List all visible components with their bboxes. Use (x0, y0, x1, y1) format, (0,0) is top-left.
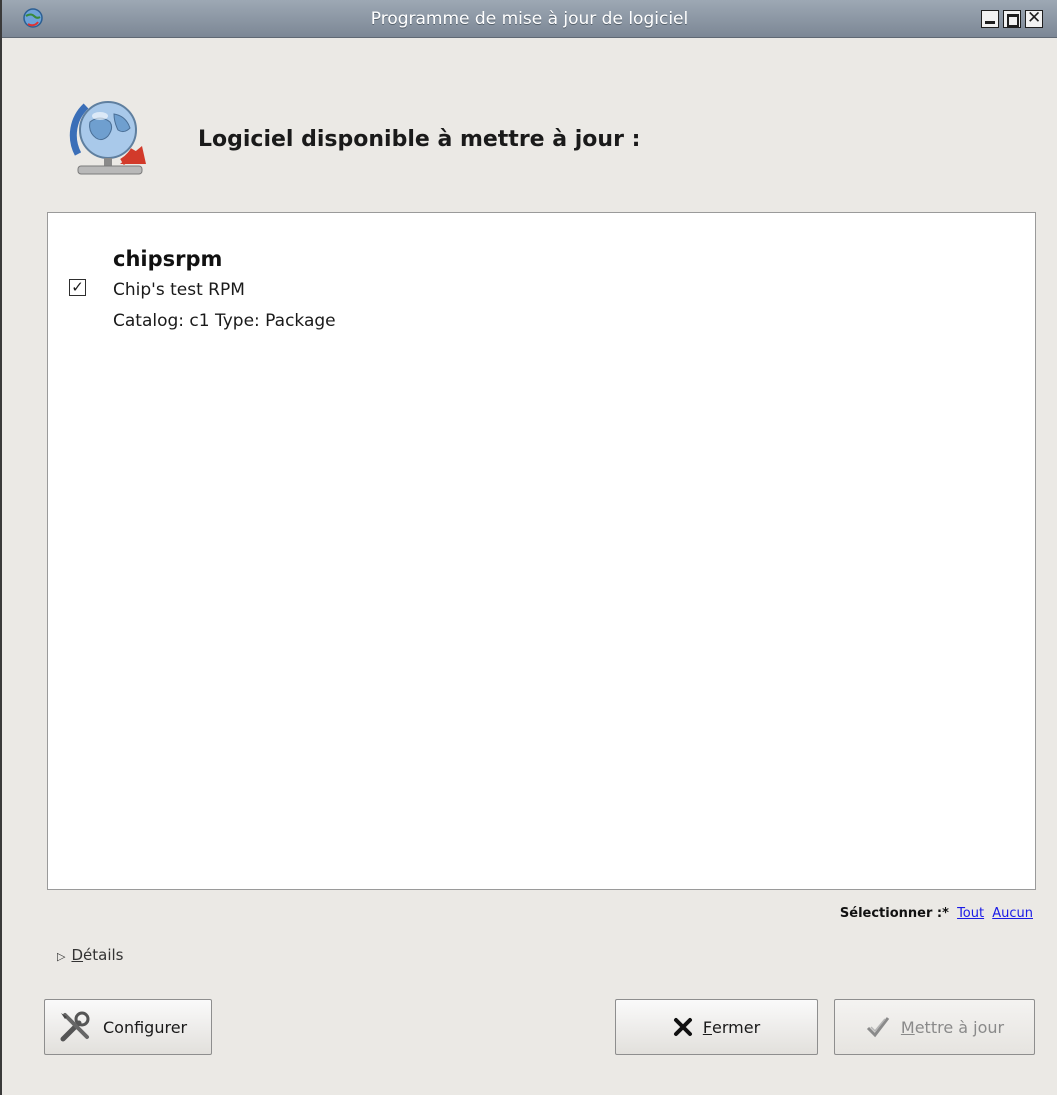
update-list[interactable]: ✓ chipsrpm Chip's test RPM Catalog: c1 T… (47, 212, 1036, 890)
close-button[interactable]: Fermer (615, 999, 818, 1055)
update-globe-icon (69, 101, 146, 175)
select-label: Sélectionner :* (839, 906, 949, 921)
details-label-mnemonic: D (71, 946, 84, 964)
select-all-link[interactable]: Tout (957, 906, 984, 921)
window-title: Programme de mise à jour de logiciel (370, 9, 689, 29)
select-none-link[interactable]: Aucun (992, 906, 1033, 921)
package-meta: Catalog: c1 Type: Package (113, 311, 336, 331)
expander-arrow-icon: ▷ (57, 950, 66, 963)
configure-label: Configurer (103, 1017, 188, 1037)
details-label: étails (83, 946, 124, 964)
maximize-button[interactable] (1003, 10, 1021, 28)
update-dialog: Programme de mise à jour de logiciel ✕ L… (0, 0, 1057, 1095)
close-window-button[interactable]: ✕ (1025, 8, 1043, 28)
configure-button[interactable]: Configurer (44, 999, 212, 1055)
close-x-icon (673, 1018, 692, 1036)
page-title: Logiciel disponible à mettre à jour : (198, 127, 641, 152)
title-bar[interactable]: Programme de mise à jour de logiciel ✕ (2, 0, 1057, 38)
tools-icon (60, 1011, 90, 1042)
details-expander[interactable]: ▷ Détails (57, 946, 123, 964)
update-label: ettre à jour (914, 1017, 1005, 1037)
close-label: ermer (712, 1017, 761, 1037)
update-checkbox[interactable]: ✓ (69, 279, 86, 296)
close-label-mnemonic: F (702, 1017, 713, 1037)
minimize-button[interactable] (981, 10, 999, 28)
close-icon: ✕ (1027, 8, 1042, 28)
package-description: Chip's test RPM (113, 280, 245, 300)
update-button[interactable]: Mettre à jour (834, 999, 1035, 1055)
update-label-mnemonic: M (900, 1017, 915, 1037)
select-row: Sélectionner :* Tout Aucun (840, 906, 1033, 921)
checkmark-icon (866, 1017, 890, 1038)
package-name: chipsrpm (113, 247, 223, 271)
